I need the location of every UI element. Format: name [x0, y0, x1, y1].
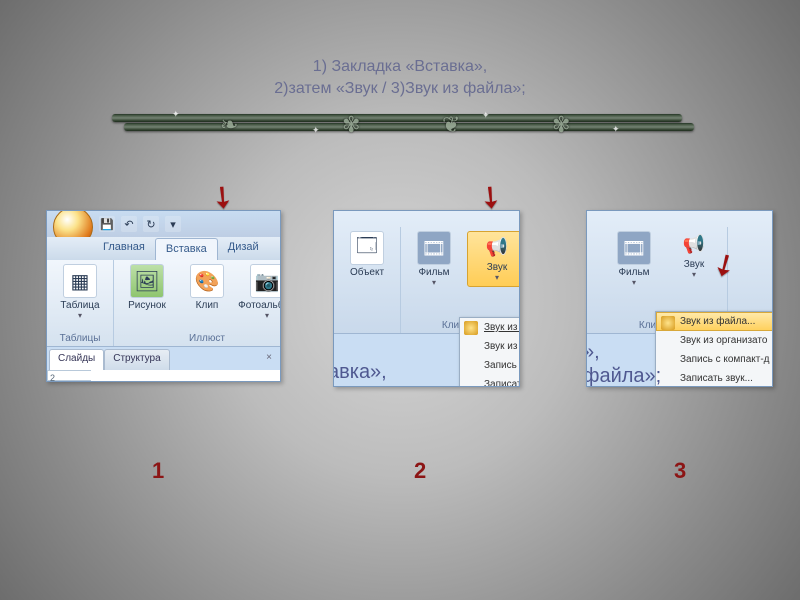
- photo-album-button[interactable]: 📷 Фотоальбом ▾: [240, 264, 281, 320]
- title-line-2: 2)затем «Звук / 3)Звук из файла»;: [274, 80, 525, 97]
- slide-text-fragment: »,: [586, 341, 600, 364]
- sound-dropdown-menu: Звук из ф Звук из о Запись с Записать: [459, 317, 520, 387]
- sound-icon: [464, 321, 478, 335]
- sound-icon: 📢: [680, 231, 708, 257]
- menu-item-record-sound[interactable]: Записать: [460, 375, 520, 387]
- menu-item-sound-from-organizer[interactable]: Звук из организато: [656, 331, 773, 350]
- ribbon-group-illustrations: 🖼 Рисунок 🎨 Клип 📷 Фотоальбом ▾ Иллюст: [114, 260, 281, 346]
- save-icon[interactable]: 💾: [99, 216, 115, 232]
- thumb-index: 2: [50, 373, 92, 382]
- clip-icon: 🎨: [190, 264, 224, 298]
- chevron-down-icon: ▾: [692, 270, 696, 279]
- picture-icon: 🖼: [130, 264, 164, 298]
- group-label-illust: Иллюст: [120, 333, 281, 344]
- ribbon: 🗔 Объект 🎞 Фильм ▾ 📢 Звук ▾ Клипы мул: [334, 211, 519, 334]
- table-icon: ▦: [63, 264, 97, 298]
- tab-home[interactable]: Главная: [93, 237, 155, 260]
- movie-icon: 🎞: [417, 231, 451, 265]
- tab-design[interactable]: Дизай: [218, 237, 269, 260]
- slide-canvas: [91, 370, 280, 381]
- chevron-down-icon: ▾: [265, 311, 269, 320]
- movie-button[interactable]: 🎞 Фильм ▾: [407, 231, 461, 287]
- chevron-down-icon: ▾: [632, 278, 636, 287]
- movie-icon: 🎞: [617, 231, 651, 265]
- picture-button[interactable]: 🖼 Рисунок: [120, 264, 174, 320]
- menu-item-record-from-cd[interactable]: Запись с компакт-д: [656, 350, 773, 369]
- title-line-1: 1) Закладка «Вставка»,: [313, 58, 487, 75]
- ribbon-group-tables: ▦ Таблица ▾ Таблицы: [47, 260, 114, 346]
- ribbon: ▦ Таблица ▾ Таблицы 🖼 Рисунок 🎨 Клип 📷: [47, 260, 280, 347]
- sound-button[interactable]: 📢 Звук ▾: [467, 231, 520, 287]
- decorative-divider: ❧✾ ❦✾ ✦✦ ✦✦: [112, 112, 694, 142]
- sound-button[interactable]: 📢 Звук ▾: [667, 231, 721, 287]
- chevron-down-icon: ▾: [495, 273, 499, 282]
- step-number-1: 1: [152, 458, 164, 484]
- slide-thumbnails: 2: [47, 370, 95, 381]
- sound-icon: 📢: [483, 234, 511, 260]
- undo-icon[interactable]: ↶: [121, 216, 137, 232]
- table-button[interactable]: ▦ Таблица ▾: [53, 264, 107, 320]
- qat-dropdown-icon[interactable]: ▾: [165, 216, 181, 232]
- redo-icon[interactable]: ↻: [143, 216, 159, 232]
- tab-insert[interactable]: Вставка: [155, 238, 218, 261]
- outline-tab[interactable]: Структура: [104, 349, 169, 370]
- page-title: 1) Закладка «Вставка», 2)затем «Звук / 3…: [0, 56, 800, 100]
- quick-access-toolbar: 💾 ↶ ↻ ▾: [47, 211, 280, 238]
- close-pane-icon[interactable]: ×: [260, 349, 278, 370]
- slide-text-fragment: авка»,: [333, 361, 387, 384]
- menu-item-record-sound[interactable]: Записать звук...: [656, 369, 773, 387]
- object-icon: 🗔: [350, 231, 384, 265]
- chevron-down-icon: ▾: [432, 278, 436, 287]
- menu-item-sound-from-file[interactable]: Звук из файла...: [656, 312, 773, 331]
- screenshot-2: 🗔 Объект 🎞 Фильм ▾ 📢 Звук ▾ Клипы мул Зв…: [333, 210, 520, 387]
- step-number-2: 2: [414, 458, 426, 484]
- clip-button[interactable]: 🎨 Клип: [180, 264, 234, 320]
- movie-button[interactable]: 🎞 Фильм ▾: [607, 231, 661, 287]
- menu-item-record-from-cd[interactable]: Запись с: [460, 356, 520, 375]
- ribbon-group-text: 🗔 Объект: [334, 227, 401, 333]
- menu-item-sound-from-file[interactable]: Звук из ф: [460, 318, 520, 337]
- sound-icon: [661, 316, 675, 330]
- slides-tab[interactable]: Слайды: [49, 349, 104, 370]
- step-number-3: 3: [674, 458, 686, 484]
- chevron-down-icon: ▾: [78, 311, 82, 320]
- slide-pane-tabs: Слайды Структура ×: [49, 349, 278, 370]
- screenshot-1: 💾 ↶ ↻ ▾ Главная Вставка Дизай ▦ Таблица …: [46, 210, 281, 382]
- ribbon-tabs: Главная Вставка Дизай: [47, 237, 280, 261]
- group-label-tables: Таблицы: [53, 333, 107, 344]
- screenshot-3: 🎞 Фильм ▾ 📢 Звук ▾ Клипы мул Звук из фай…: [586, 210, 773, 387]
- menu-item-sound-from-organizer[interactable]: Звук из о: [460, 337, 520, 356]
- object-button[interactable]: 🗔 Объект: [340, 231, 394, 278]
- sound-dropdown-menu: Звук из файла... Звук из организато Запи…: [655, 311, 773, 387]
- album-icon: 📷: [250, 264, 281, 298]
- slide-text-fragment: файла»;: [586, 365, 661, 387]
